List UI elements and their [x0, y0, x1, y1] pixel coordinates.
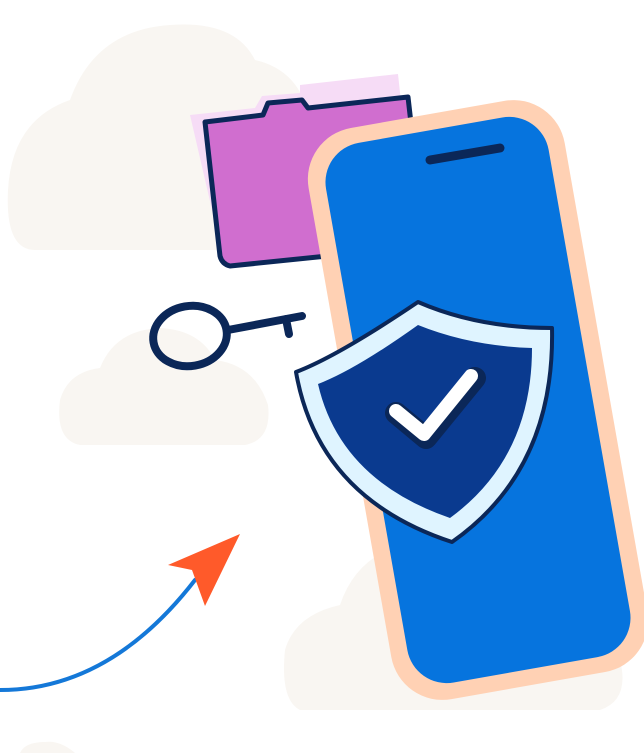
cloud-icon — [20, 741, 75, 753]
security-illustration — [0, 24, 644, 753]
paper-plane-arrow-icon — [0, 534, 240, 692]
cloud-icon — [59, 328, 269, 445]
